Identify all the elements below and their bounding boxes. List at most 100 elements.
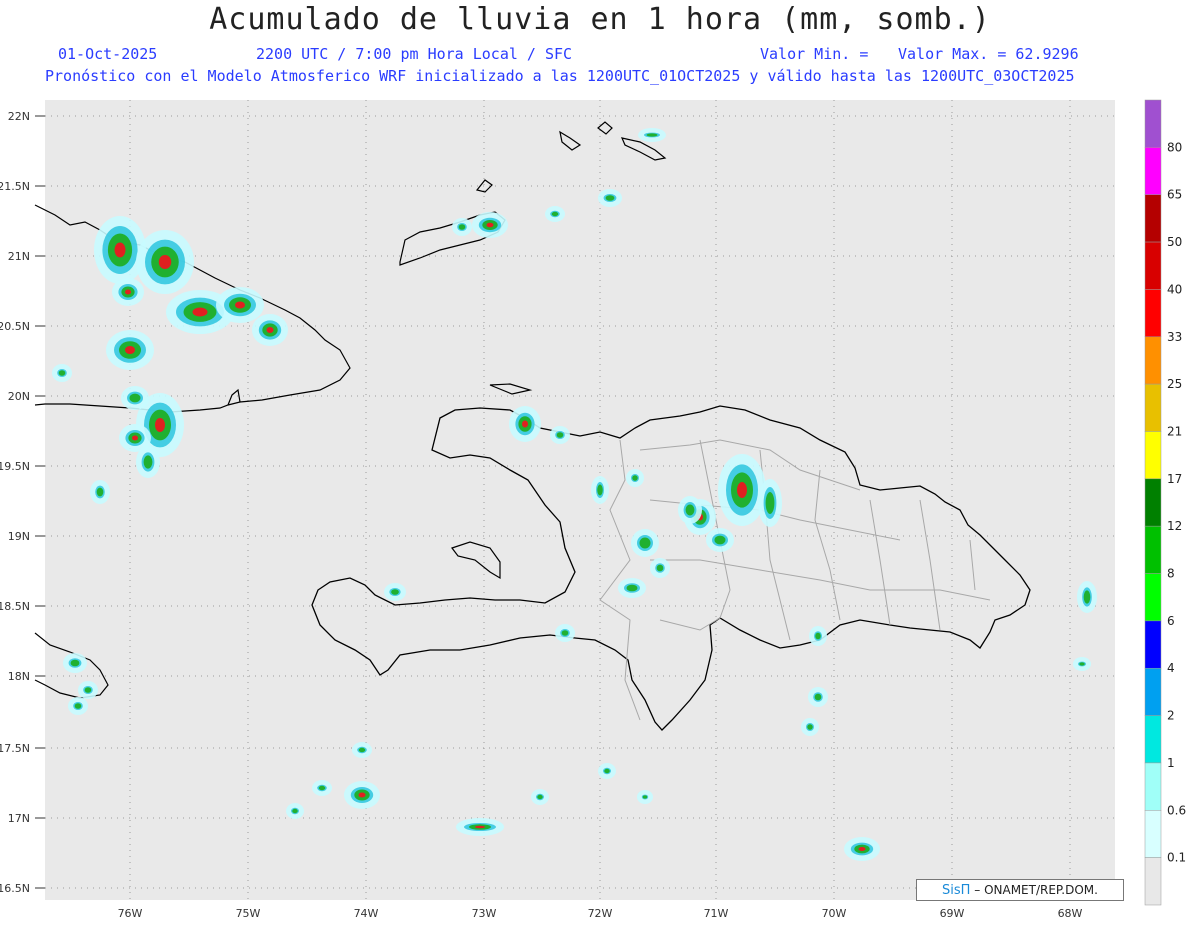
rain-intense — [132, 435, 138, 441]
lon-tick-label: 68W — [1058, 907, 1083, 920]
rain-heavy — [765, 492, 775, 514]
legend-label: 40 — [1167, 282, 1182, 296]
rain-heavy — [70, 659, 80, 667]
legend-swatch — [1144, 573, 1162, 622]
legend-swatch — [1144, 478, 1162, 527]
lat-tick-label: 21N — [8, 250, 30, 263]
rain-heavy — [1079, 662, 1085, 666]
legend-label: 0.1 — [1167, 851, 1186, 865]
lat-tick-label: 18N — [8, 670, 30, 683]
rain-heavy — [143, 455, 153, 469]
lat-tick-label: 17.5N — [0, 742, 30, 755]
rain-heavy — [605, 195, 615, 201]
lat-tick-label: 18.5N — [0, 600, 30, 613]
rain-heavy — [358, 747, 366, 753]
rain-intense — [155, 418, 165, 432]
lon-tick-label: 70W — [822, 907, 847, 920]
rain-heavy — [58, 370, 66, 376]
legend-label: 8 — [1167, 567, 1175, 581]
rain-intense — [192, 307, 208, 317]
rain-heavy — [814, 693, 822, 701]
lat-tick-label: 19N — [8, 530, 30, 543]
lon-tick-label: 72W — [588, 907, 613, 920]
rain-heavy — [391, 589, 399, 595]
legend-swatch — [1144, 762, 1162, 811]
rain-heavy — [626, 584, 638, 592]
legend-swatch — [1144, 525, 1162, 574]
credit-box: SisΠ – ONAMET/REP.DOM. — [916, 879, 1124, 901]
rain-heavy — [551, 211, 559, 217]
legend-swatch — [1144, 667, 1162, 716]
rain-heavy — [537, 794, 543, 800]
legend-label: 2 — [1167, 709, 1175, 723]
rain-intense — [114, 242, 126, 258]
legend-swatch — [1144, 194, 1162, 243]
rain-intense — [358, 792, 366, 798]
lat-tick-label: 20.5N — [0, 320, 30, 333]
legend-swatch — [1144, 289, 1162, 338]
credit-label: – ONAMET/REP.DOM. — [970, 883, 1098, 897]
rain-heavy — [292, 808, 298, 814]
legend-label: 65 — [1167, 188, 1182, 202]
rain-heavy — [639, 537, 651, 549]
lon-tick-label: 76W — [118, 907, 143, 920]
legend-swatch — [1144, 336, 1162, 385]
rain-heavy — [632, 475, 638, 481]
rain-heavy — [318, 785, 326, 791]
legend-swatch — [1144, 99, 1162, 148]
lat-tick-label: 16.5N — [0, 882, 30, 895]
rainfall-map: 76W 75W 74W 73W 72W 71W 70W 69W 68W22N21.5N21N20… — [0, 99, 1186, 920]
rain-heavy — [807, 724, 813, 730]
rain-intense — [125, 346, 135, 354]
legend-label: 4 — [1167, 661, 1175, 675]
legend-label: 50 — [1167, 235, 1182, 249]
legend-label: 33 — [1167, 330, 1182, 344]
rain-intense — [486, 222, 494, 228]
legend-label: 21 — [1167, 424, 1182, 438]
legend-label: 17 — [1167, 472, 1182, 486]
legend-swatch — [1144, 715, 1162, 764]
rain-heavy — [74, 703, 82, 709]
legend-label: 0.6 — [1167, 803, 1186, 817]
rain-heavy — [84, 687, 92, 693]
rain-heavy — [604, 768, 610, 774]
legend-swatch — [1144, 383, 1162, 432]
lat-tick-label: 21.5N — [0, 180, 30, 193]
legend-swatch — [1144, 241, 1162, 290]
rain-heavy — [458, 224, 466, 230]
rain-heavy — [96, 487, 104, 497]
rain-intense — [158, 255, 172, 269]
rain-heavy — [642, 795, 648, 799]
rain-heavy — [561, 630, 569, 636]
lat-tick-label: 19.5N — [0, 460, 30, 473]
lon-tick-label: 74W — [354, 907, 379, 920]
rain-heavy — [656, 564, 664, 572]
legend-label: 1 — [1167, 756, 1175, 770]
rain-heavy — [646, 133, 658, 137]
lon-tick-label: 69W — [940, 907, 965, 920]
rain-heavy — [129, 393, 141, 403]
lat-tick-label: 17N — [8, 812, 30, 825]
rain-intense — [522, 420, 528, 428]
legend-swatch — [1144, 857, 1162, 906]
map-area — [45, 100, 1115, 900]
legend-label: 6 — [1167, 614, 1175, 628]
lon-tick-label: 75W — [236, 907, 261, 920]
brand-label: SisΠ — [942, 883, 971, 898]
rain-intense — [235, 301, 245, 309]
rain-heavy — [685, 504, 695, 516]
rain-heavy — [597, 484, 603, 496]
rain-heavy — [815, 632, 821, 640]
color-legend: 0.10.612468121721253340506580 — [1144, 99, 1186, 906]
lon-tick-label: 71W — [704, 907, 729, 920]
rain-intense — [266, 327, 274, 333]
legend-label: 25 — [1167, 377, 1182, 391]
legend-swatch — [1144, 147, 1162, 195]
legend-label: 80 — [1167, 140, 1182, 154]
rain-intense — [858, 847, 866, 851]
rain-heavy — [714, 535, 726, 545]
lat-tick-label: 22N — [8, 110, 30, 123]
legend-swatch — [1144, 810, 1162, 858]
rain-intense — [125, 289, 131, 295]
lat-tick-label: 20N — [8, 390, 30, 403]
